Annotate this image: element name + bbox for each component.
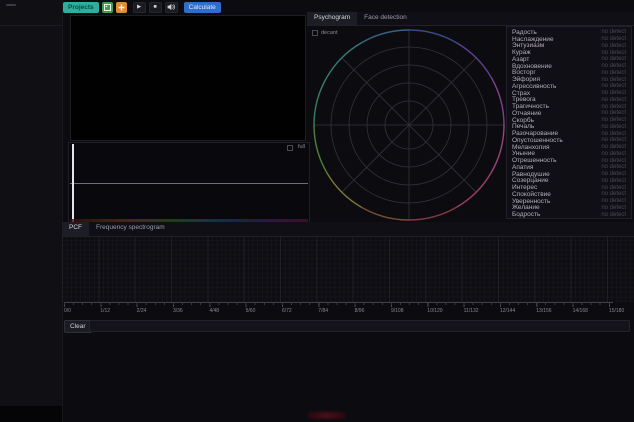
emotion-value: no detect xyxy=(601,124,626,130)
emotion-value: no detect xyxy=(601,212,626,218)
axis-tick-label: 2/24 xyxy=(137,308,147,314)
full-checkbox-label: full xyxy=(298,144,305,150)
emotion-value: no detect xyxy=(601,164,626,170)
spectrogram-plot xyxy=(62,237,634,302)
add-plus-button[interactable] xyxy=(116,2,127,13)
toolbar: Projects ▶ ■ Calculate xyxy=(63,1,221,13)
plus-icon xyxy=(118,4,125,11)
axis-tick-label: 15/180 xyxy=(609,308,624,314)
psychogram-panel: Psychogram Face detection decant Радость… xyxy=(307,12,634,222)
footer-bar: Clear xyxy=(62,317,634,337)
axis-tick-label: 12/144 xyxy=(500,308,515,314)
psychogram-radar-chart xyxy=(309,25,509,225)
emotion-value: no detect xyxy=(601,158,626,164)
emotion-value: no detect xyxy=(601,56,626,62)
emotion-value: no detect xyxy=(601,36,626,42)
axis-tick-label: 0/0 xyxy=(64,308,71,314)
axis-tick-label: 7/84 xyxy=(318,308,328,314)
axis-tick-label: 11/132 xyxy=(464,308,479,314)
axis-tick-label: 9/108 xyxy=(391,308,404,314)
play-icon: ▶ xyxy=(137,4,141,10)
emotion-value: no detect xyxy=(601,198,626,204)
bottom-artifact xyxy=(308,412,346,419)
emotion-value: no detect xyxy=(601,131,626,137)
tab-psychogram[interactable]: Psychogram xyxy=(307,12,357,25)
stop-button[interactable]: ■ xyxy=(149,2,162,13)
emotion-value: no detect xyxy=(601,63,626,69)
emotion-value: no detect xyxy=(601,191,626,197)
tab-frequency-spectrogram[interactable]: Frequency spectrogram xyxy=(89,222,172,236)
psychogram-tabbar: Psychogram Face detection xyxy=(307,12,634,26)
mute-button[interactable] xyxy=(165,2,178,13)
emotion-value: no detect xyxy=(601,97,626,103)
projects-sidebar xyxy=(0,0,63,422)
axis-tick-label: 10/120 xyxy=(427,308,442,314)
emotion-value: no detect xyxy=(601,43,626,49)
sidebar-footer xyxy=(0,406,62,422)
emotion-value: no detect xyxy=(601,110,626,116)
play-button[interactable]: ▶ xyxy=(133,2,146,13)
axis-tick-label: 1/12 xyxy=(100,308,110,314)
emotion-value: no detect xyxy=(601,151,626,157)
app-window: Projects ▶ ■ Calculate xyxy=(0,0,634,422)
axis-tick-label: 13/156 xyxy=(536,308,551,314)
emotion-value: no detect xyxy=(601,185,626,191)
waveform-zero-line xyxy=(70,183,308,184)
waveform-panel[interactable]: full xyxy=(68,142,310,224)
emotion-value: no detect xyxy=(601,50,626,56)
emotion-value: no detect xyxy=(601,137,626,143)
axis-tick-label: 4/48 xyxy=(209,308,219,314)
tab-face-detection[interactable]: Face detection xyxy=(357,12,414,25)
axis-minor-ticks xyxy=(64,302,611,305)
status-input[interactable] xyxy=(89,320,630,332)
emotion-value: no detect xyxy=(601,144,626,150)
emotion-value: no detect xyxy=(601,104,626,110)
axis-tick-label: 14/168 xyxy=(573,308,588,314)
emotion-list: Радостьno detectНаслаждениеno detectЭнту… xyxy=(506,26,632,219)
emotion-value: no detect xyxy=(601,205,626,211)
emotion-row: Бодрость no detect xyxy=(507,211,631,218)
stop-icon: ■ xyxy=(153,4,156,10)
axis-tick-label: 6/72 xyxy=(282,308,292,314)
axis-tick-label: 8/96 xyxy=(355,308,365,314)
emotion-value: no detect xyxy=(601,83,626,89)
calculate-button[interactable]: Calculate xyxy=(184,2,221,13)
emotion-value: no detect xyxy=(601,29,626,35)
emotion-value: no detect xyxy=(601,77,626,83)
projects-button[interactable]: Projects xyxy=(63,2,99,13)
speaker-icon xyxy=(167,3,175,11)
add-image-button[interactable] xyxy=(102,2,113,13)
image-icon xyxy=(104,4,111,11)
emotion-value: no detect xyxy=(601,171,626,177)
emotion-value: no detect xyxy=(601,178,626,184)
emotion-name: Бодрость xyxy=(512,211,540,218)
sidebar-handle[interactable] xyxy=(6,4,16,6)
axis-tick-label: 5/60 xyxy=(246,308,256,314)
emotion-value: no detect xyxy=(601,117,626,123)
axis-tick-label: 3/36 xyxy=(173,308,183,314)
playhead-cursor[interactable] xyxy=(72,144,74,222)
emotion-value: no detect xyxy=(601,70,626,76)
full-checkbox[interactable] xyxy=(287,145,293,151)
video-preview xyxy=(70,15,306,141)
sidebar-divider xyxy=(0,25,62,26)
clear-button[interactable]: Clear xyxy=(64,320,92,333)
spectrogram-tabbar: PCF Frequency spectrogram xyxy=(62,222,634,237)
tab-pcf[interactable]: PCF xyxy=(62,222,89,236)
spectrogram-axis: 0/0 1/12 2/24 3/36 4/48 5/60 6/72 7/84 8/96 9/108… xyxy=(62,302,634,316)
emotion-value: no detect xyxy=(601,90,626,96)
